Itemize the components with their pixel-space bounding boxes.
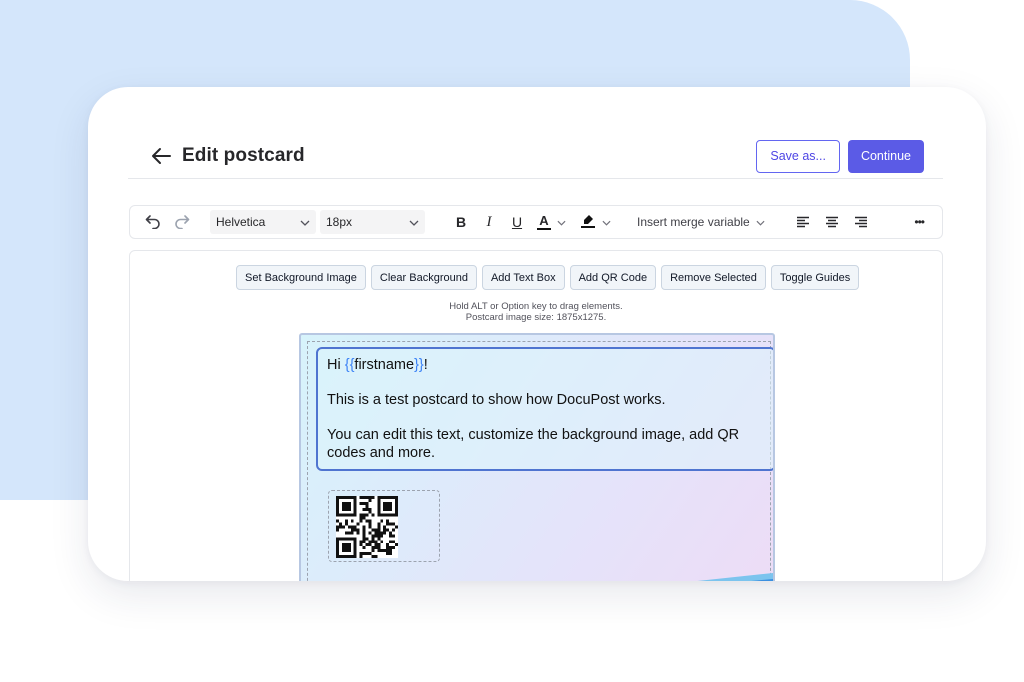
chevron-down-icon — [602, 215, 611, 229]
align-right-icon[interactable] — [849, 210, 873, 234]
merge-variable-select[interactable]: Insert merge variable — [637, 215, 765, 229]
font-family-select[interactable]: Helvetica — [210, 210, 316, 234]
postcard-editor: Set Background Image Clear Background Ad… — [129, 250, 943, 581]
editor-window: Edit postcard Save as... Continue Helvet… — [88, 87, 986, 581]
clear-background-button[interactable]: Clear Background — [370, 265, 477, 290]
chevron-down-icon — [756, 215, 765, 229]
highlight-color-button[interactable] — [580, 213, 611, 232]
merge-variable-label: Insert merge variable — [637, 215, 750, 229]
text-color-icon: A — [537, 214, 551, 230]
continue-button[interactable]: Continue — [847, 139, 924, 173]
drag-hint: Hold ALT or Option key to drag elements. — [449, 301, 623, 312]
align-left-icon[interactable] — [791, 210, 815, 234]
header-divider — [128, 178, 943, 179]
header-actions: Save as... Continue — [756, 139, 924, 173]
bold-button[interactable]: B — [449, 214, 473, 230]
save-as-button[interactable]: Save as... — [756, 139, 840, 173]
underline-button[interactable]: U — [505, 214, 529, 230]
body-paragraph: This is a test postcard to show how Docu… — [327, 392, 666, 408]
redo-icon[interactable] — [170, 210, 194, 234]
undo-icon[interactable] — [141, 210, 165, 234]
page-header: Edit postcard Save as... Continue — [150, 133, 924, 179]
more-icon[interactable]: ••• — [914, 215, 925, 229]
greeting-line: Hi {{firstname}}! — [327, 357, 428, 373]
merge-variable-firstname: firstname — [354, 357, 415, 373]
add-qr-code-button[interactable]: Add QR Code — [569, 265, 657, 290]
chevron-down-icon — [300, 215, 310, 229]
font-family-value: Helvetica — [216, 215, 266, 229]
text-color-button[interactable]: A — [537, 214, 566, 230]
postcard-canvas[interactable]: Hi {{firstname}}! This is a test postcar… — [299, 333, 775, 581]
chevron-down-icon — [557, 215, 566, 229]
set-background-image-button[interactable]: Set Background Image — [236, 265, 366, 290]
add-text-box-button[interactable]: Add Text Box — [481, 265, 565, 290]
font-size-select[interactable]: 18px — [320, 210, 425, 234]
italic-button[interactable]: I — [477, 214, 501, 231]
body-paragraph: You can edit this text, customize the ba… — [327, 427, 740, 461]
image-size-hint: Postcard image size: 1875x1275. — [465, 312, 607, 323]
remove-selected-button[interactable]: Remove Selected — [661, 265, 766, 290]
editor-actions: Set Background Image Clear Background Ad… — [236, 265, 860, 290]
decorative-stripe — [697, 573, 773, 581]
qr-code-icon — [336, 496, 398, 558]
back-arrow-icon[interactable] — [150, 145, 172, 167]
qr-code-element[interactable] — [328, 490, 440, 562]
page-title: Edit postcard — [182, 145, 305, 166]
highlight-icon — [580, 213, 596, 232]
chevron-down-icon — [409, 215, 419, 229]
toggle-guides-button[interactable]: Toggle Guides — [770, 265, 860, 290]
formatting-toolbar: Helvetica 18px B I U A Insert merge vari… — [129, 205, 943, 239]
postcard-text-box[interactable]: Hi {{firstname}}! This is a test postcar… — [316, 347, 773, 471]
align-center-icon[interactable] — [820, 210, 844, 234]
font-size-value: 18px — [326, 215, 353, 229]
